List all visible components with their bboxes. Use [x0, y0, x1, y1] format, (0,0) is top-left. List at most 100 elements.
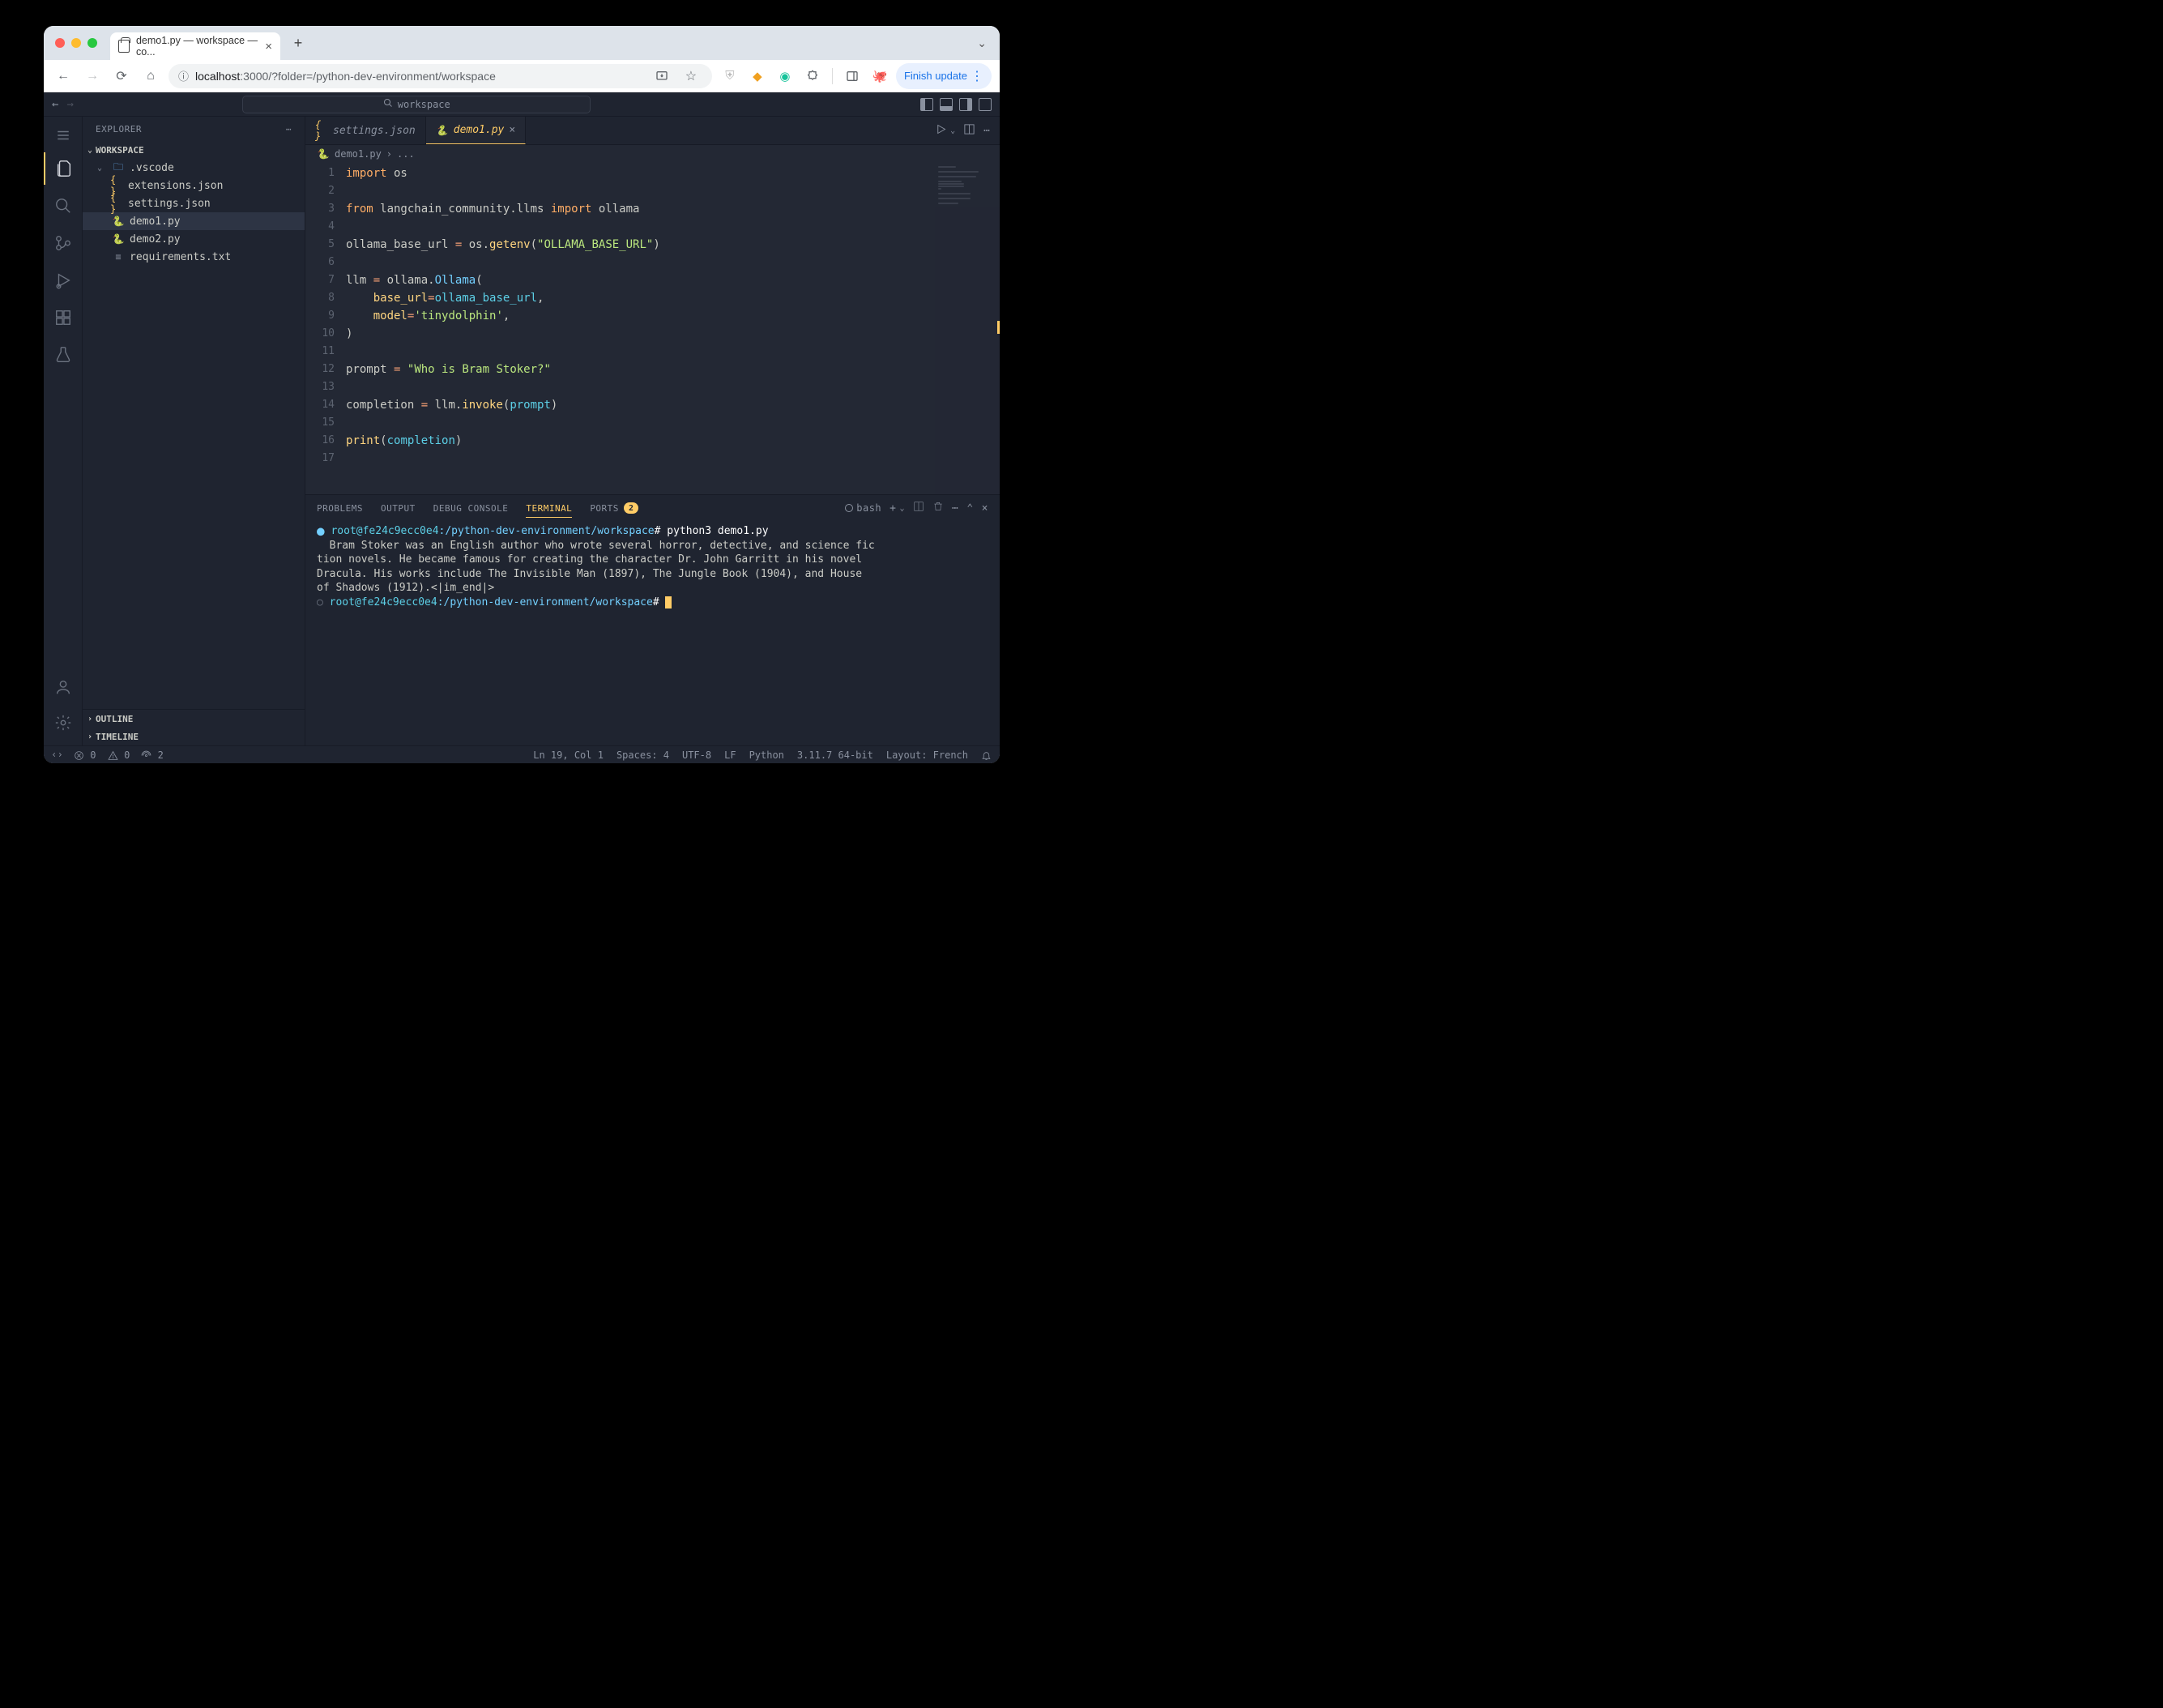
titlebar-back-icon[interactable]: ←	[52, 98, 58, 111]
run-dropdown-icon[interactable]: ⌄	[950, 126, 955, 135]
terminal-dropdown-icon[interactable]: ⌄	[899, 504, 905, 513]
split-editor-icon[interactable]	[963, 123, 975, 139]
toggle-secondary-sidebar-icon[interactable]	[959, 98, 972, 111]
search-icon	[383, 98, 393, 110]
close-panel-icon[interactable]: ×	[982, 502, 988, 515]
toggle-primary-sidebar-icon[interactable]	[920, 98, 933, 111]
remote-indicator[interactable]	[52, 749, 62, 760]
browser-toolbar: ← → ⟳ ⌂ ⓘ localhost:3000/?folder=/python…	[44, 60, 1000, 92]
profile-avatar-icon[interactable]: 🐙	[868, 65, 891, 88]
vscode-favicon-icon	[118, 40, 130, 53]
tab-close-icon[interactable]: ×	[265, 40, 272, 53]
panel-tab-output[interactable]: OUTPUT	[381, 503, 416, 514]
install-app-icon[interactable]	[651, 65, 673, 88]
tab-demo1-py[interactable]: 🐍 demo1.py ×	[426, 117, 526, 144]
activity-source-control-icon[interactable]	[44, 227, 83, 259]
finish-update-button[interactable]: Finish update ⋮	[896, 63, 992, 89]
activity-settings-icon[interactable]	[44, 707, 83, 739]
command-center-search[interactable]: workspace	[242, 96, 591, 113]
editor-more-icon[interactable]: ⋯	[983, 125, 990, 137]
more-menu-icon[interactable]: ⋮	[971, 68, 983, 84]
text-file-icon: ≡	[112, 250, 125, 263]
outline-section[interactable]: › OUTLINE	[83, 710, 305, 728]
status-problems[interactable]: 0 0	[74, 749, 130, 761]
panel-tab-debug-console[interactable]: DEBUG CONSOLE	[433, 503, 509, 514]
new-terminal-icon[interactable]: +	[890, 502, 896, 515]
minimize-window[interactable]	[71, 38, 81, 48]
tab-settings-json[interactable]: { } settings.json	[305, 117, 426, 144]
tree-file-demo1[interactable]: 🐍 demo1.py	[83, 212, 305, 230]
nav-back-icon[interactable]: ←	[52, 65, 75, 88]
status-eol[interactable]: LF	[724, 749, 736, 761]
tree-item-label: extensions.json	[128, 180, 223, 192]
tree-item-label: settings.json	[128, 198, 211, 210]
bookmark-icon[interactable]: ☆	[680, 65, 702, 88]
tab-title: demo1.py — workspace — co...	[136, 35, 258, 58]
panel-tabs: PROBLEMS OUTPUT DEBUG CONSOLE TERMINAL P…	[305, 495, 1000, 521]
line-numbers: 1234567891011121314151617	[305, 163, 346, 494]
extension-shield-icon[interactable]: ⛨	[719, 65, 741, 88]
tree-file-settings-json[interactable]: { } settings.json	[83, 194, 305, 212]
python-icon: 🐍	[112, 215, 125, 228]
titlebar-nav: ← →	[52, 98, 74, 111]
panel-tab-terminal[interactable]: TERMINAL	[526, 503, 572, 518]
code-editor[interactable]: 1234567891011121314151617 import os from…	[305, 163, 1000, 494]
extension-green-g-icon[interactable]: ◉	[774, 65, 796, 88]
activity-search-icon[interactable]	[44, 190, 83, 222]
terminal-shell-indicator[interactable]: bash	[845, 502, 881, 514]
menu-icon[interactable]	[44, 123, 83, 147]
editor-area: { } settings.json 🐍 demo1.py × ⌄ ⋯	[305, 117, 1000, 745]
timeline-section[interactable]: › TIMELINE	[83, 728, 305, 745]
run-file-icon[interactable]	[935, 123, 947, 139]
panel-tab-problems[interactable]: PROBLEMS	[317, 503, 363, 514]
status-indentation[interactable]: Spaces: 4	[616, 749, 669, 761]
tree-file-demo2[interactable]: 🐍 demo2.py	[83, 230, 305, 248]
breadcrumb[interactable]: 🐍 demo1.py › ...	[305, 145, 1000, 163]
browser-tab-active[interactable]: demo1.py — workspace — co... ×	[110, 32, 280, 60]
sidebar-more-icon[interactable]: ⋯	[286, 124, 292, 135]
terminal-content[interactable]: ● root@fe24c9ecc0e4:/python-dev-environm…	[305, 521, 1000, 745]
status-language[interactable]: Python	[749, 749, 784, 761]
toggle-panel-icon[interactable]	[940, 98, 953, 111]
tabs-overflow-icon[interactable]: ⌄	[972, 36, 992, 50]
site-info-icon[interactable]: ⓘ	[178, 68, 189, 83]
panel-tab-ports[interactable]: PORTS2	[590, 502, 638, 514]
status-ports[interactable]: 2	[141, 749, 163, 761]
status-cursor-position[interactable]: Ln 19, Col 1	[533, 749, 604, 761]
reload-icon[interactable]: ⟳	[110, 65, 133, 88]
minimap[interactable]	[935, 163, 1000, 494]
maximize-window[interactable]	[87, 38, 97, 48]
activity-testing-icon[interactable]	[44, 339, 83, 371]
layout-controls	[920, 98, 992, 111]
customize-layout-icon[interactable]	[979, 98, 992, 111]
status-encoding[interactable]: UTF-8	[682, 749, 711, 761]
status-keyboard-layout[interactable]: Layout: French	[886, 749, 968, 761]
activity-explorer-icon[interactable]	[44, 152, 83, 185]
home-icon[interactable]: ⌂	[139, 65, 162, 88]
titlebar-forward-icon[interactable]: →	[66, 98, 73, 111]
code-content[interactable]: import os from langchain_community.llms …	[346, 163, 935, 494]
close-window[interactable]	[55, 38, 65, 48]
tree-file-requirements[interactable]: ≡ requirements.txt	[83, 248, 305, 266]
workspace-section-header[interactable]: ⌄ WORKSPACE	[83, 141, 305, 159]
extensions-menu-icon[interactable]	[801, 65, 824, 88]
tab-close-icon[interactable]: ×	[509, 124, 515, 136]
json-icon: { }	[110, 197, 123, 210]
status-notifications-icon[interactable]	[981, 749, 992, 761]
extension-grammarly-icon[interactable]: ◆	[746, 65, 769, 88]
browser-window: demo1.py — workspace — co... × + ⌄ ← → ⟳…	[44, 26, 1000, 763]
split-terminal-icon[interactable]	[913, 501, 924, 515]
maximize-panel-icon[interactable]: ⌃	[966, 502, 973, 515]
status-interpreter[interactable]: 3.11.7 64-bit	[797, 749, 873, 761]
panel-more-icon[interactable]: ⋯	[952, 502, 958, 515]
activity-run-debug-icon[interactable]	[44, 264, 83, 297]
activity-accounts-icon[interactable]	[44, 671, 83, 703]
kill-terminal-icon[interactable]	[932, 501, 944, 515]
new-tab-button[interactable]: +	[287, 32, 309, 54]
vscode-titlebar: ← → workspace	[44, 92, 1000, 117]
address-bar[interactable]: ⓘ localhost:3000/?folder=/python-dev-env…	[169, 64, 712, 88]
activity-extensions-icon[interactable]	[44, 301, 83, 334]
sidepanel-icon[interactable]	[841, 65, 864, 88]
chevron-right-icon: ›	[87, 715, 92, 724]
nav-forward-icon[interactable]: →	[81, 65, 104, 88]
